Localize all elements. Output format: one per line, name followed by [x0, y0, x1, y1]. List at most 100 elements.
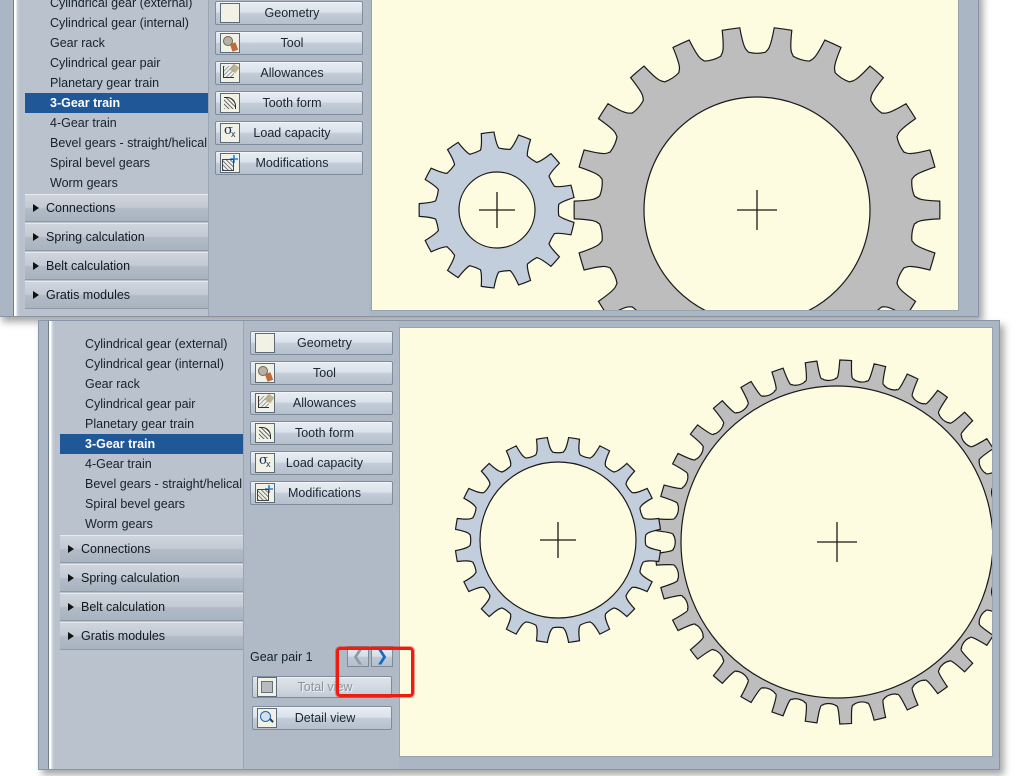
gear-wheel-large — [655, 360, 993, 724]
tree-group-label: Gratis modules — [46, 288, 130, 302]
triangle-right-icon — [33, 233, 39, 241]
top-window[interactable]: Cylindrical gear (external) Cylindrical g… — [0, 0, 979, 317]
tree-item-bevel-gears-straight-helical[interactable]: Bevel gears - straight/helical — [60, 474, 243, 494]
triangle-right-icon — [68, 545, 74, 553]
sigma-x-icon — [220, 123, 240, 143]
triangle-right-icon — [33, 291, 39, 299]
total-view-button[interactable]: Total view — [252, 676, 392, 698]
tree-group-spring-calculation[interactable]: Spring calculation — [60, 564, 243, 592]
tree-group-belt-calculation[interactable]: Belt calculation — [60, 593, 243, 621]
tab-button-label: Load capacity — [240, 126, 362, 140]
tree-item-spiral-bevel-gears[interactable]: Spiral bevel gears — [60, 494, 243, 514]
tree-group-label: Connections — [46, 201, 116, 215]
tree-item-cylindrical-gear-external[interactable]: Cylindrical gear (external) — [60, 334, 243, 354]
square-view-icon — [257, 677, 277, 697]
tree-group-label: Spring calculation — [46, 230, 145, 244]
tree-scrollbar[interactable] — [14, 0, 21, 316]
tree-group-connections[interactable]: Connections — [25, 194, 208, 222]
grid-table-icon — [220, 3, 240, 23]
tab-button-label: Allowances — [275, 396, 392, 410]
top-module-tree[interactable]: Cylindrical gear (external) Cylindrical g… — [13, 0, 209, 316]
tree-group-label: Spring calculation — [81, 571, 180, 585]
cutter-tool-icon — [255, 363, 275, 383]
tree-item-label: Cylindrical gear pair — [50, 56, 160, 70]
tooth-profile-icon — [220, 93, 240, 113]
sigma-x-icon — [255, 453, 275, 473]
next-gear-pair-button[interactable]: ❯ — [371, 646, 393, 667]
bottom-window[interactable]: Cylindrical gear (external) Cylindrical g… — [38, 320, 1000, 770]
tree-group-gratis-modules[interactable]: Gratis modules — [60, 622, 243, 650]
gear-wheel-large — [574, 28, 940, 311]
tab-button-label: Tooth form — [275, 426, 392, 440]
tab-button-label: Geometry — [240, 6, 362, 20]
top-tab-button-column: Geometry Tool Allowances Tooth form Load cap… — [209, 0, 369, 316]
tree-item-cylindrical-gear-pair[interactable]: Cylindrical gear pair — [25, 53, 208, 73]
tree-list-top: Cylindrical gear (external) Cylindrical g… — [25, 0, 208, 316]
top-drawing-canvas[interactable] — [371, 0, 959, 311]
top-gear-drawing — [372, 0, 959, 311]
tree-group-label: Belt calculation — [46, 259, 130, 273]
tree-item-gear-rack[interactable]: Gear rack — [60, 374, 243, 394]
bottom-module-tree[interactable]: Cylindrical gear (external) Cylindrical g… — [48, 321, 244, 769]
bottom-drawing-canvas[interactable] — [399, 327, 993, 757]
tree-item-cylindrical-gear-internal[interactable]: Cylindrical gear (internal) — [25, 13, 208, 33]
tree-item-label: Worm gears — [50, 176, 118, 190]
tree-item-3-gear-train[interactable]: 3-Gear train — [60, 434, 243, 454]
tab-button-label: Tool — [240, 36, 362, 50]
chevron-right-icon: ❯ — [376, 649, 389, 664]
tolerance-chart-icon — [255, 393, 275, 413]
tab-button-label: Tool — [275, 366, 392, 380]
tree-group-gratis-modules[interactable]: Gratis modules — [25, 281, 208, 309]
tab-button-label: Load capacity — [275, 456, 392, 470]
tree-item-label: 3-Gear train — [85, 437, 155, 451]
tree-item-label: Planetary gear train — [50, 76, 159, 90]
tree-item-label: Bevel gears - straight/helical — [50, 136, 207, 150]
tree-item-label: Bevel gears - straight/helical — [85, 477, 242, 491]
tree-item-worm-gears[interactable]: Worm gears — [25, 173, 208, 193]
tree-group-connections[interactable]: Connections — [60, 535, 243, 563]
tab-button-allowances[interactable]: Allowances — [215, 61, 363, 85]
tab-button-label: Modifications — [240, 156, 362, 170]
tree-item-label: Cylindrical gear pair — [85, 397, 195, 411]
tab-button-allowances[interactable]: Allowances — [250, 391, 393, 415]
previous-gear-pair-button[interactable]: ❮ — [347, 646, 369, 667]
tab-button-tool[interactable]: Tool — [215, 31, 363, 55]
gear-pair-label: Gear pair 1 — [250, 650, 313, 664]
tree-item-planetary-gear-train[interactable]: Planetary gear train — [25, 73, 208, 93]
tree-group-label: Belt calculation — [81, 600, 165, 614]
tree-item-label: Cylindrical gear (internal) — [85, 357, 224, 371]
tab-button-geometry[interactable]: Geometry — [215, 1, 363, 25]
triangle-right-icon — [68, 574, 74, 582]
tree-group-belt-calculation[interactable]: Belt calculation — [25, 252, 208, 280]
tree-group-spring-calculation[interactable]: Spring calculation — [25, 223, 208, 251]
tree-item-worm-gears[interactable]: Worm gears — [60, 514, 243, 534]
tree-item-3-gear-train[interactable]: 3-Gear train — [25, 93, 208, 113]
tree-item-cylindrical-gear-internal[interactable]: Cylindrical gear (internal) — [60, 354, 243, 374]
bottom-tab-buttons: Geometry Tool Allowances Tooth form Load cap… — [250, 331, 393, 505]
tree-item-label: Gear rack — [50, 36, 105, 50]
tree-item-cylindrical-gear-pair[interactable]: Cylindrical gear pair — [60, 394, 243, 414]
tree-item-4-gear-train[interactable]: 4-Gear train — [60, 454, 243, 474]
tree-item-label: 4-Gear train — [50, 116, 117, 130]
tree-item-cylindrical-gear-external[interactable]: Cylindrical gear (external) — [25, 0, 208, 13]
tree-item-label: Spiral bevel gears — [85, 497, 185, 511]
tab-button-modifications[interactable]: Modifications — [250, 481, 393, 505]
tree-item-bevel-gears-straight-helical[interactable]: Bevel gears - straight/helical — [25, 133, 208, 153]
tab-button-tooth-form[interactable]: Tooth form — [215, 91, 363, 115]
tree-item-4-gear-train[interactable]: 4-Gear train — [25, 113, 208, 133]
tab-button-modifications[interactable]: Modifications — [215, 151, 363, 175]
tab-button-load-capacity[interactable]: Load capacity — [250, 451, 393, 475]
pair-nav-buttons: ❮ ❯ — [347, 646, 393, 667]
tree-item-spiral-bevel-gears[interactable]: Spiral bevel gears — [25, 153, 208, 173]
tab-button-tool[interactable]: Tool — [250, 361, 393, 385]
triangle-right-icon — [33, 204, 39, 212]
tab-button-load-capacity[interactable]: Load capacity — [215, 121, 363, 145]
tree-item-gear-rack[interactable]: Gear rack — [25, 33, 208, 53]
tree-item-planetary-gear-train[interactable]: Planetary gear train — [60, 414, 243, 434]
detail-view-button[interactable]: Detail view — [252, 706, 392, 730]
tree-item-label: Cylindrical gear (internal) — [50, 16, 189, 30]
tab-button-geometry[interactable]: Geometry — [250, 331, 393, 355]
tab-button-tooth-form[interactable]: Tooth form — [250, 421, 393, 445]
tree-item-label: Planetary gear train — [85, 417, 194, 431]
tree-scrollbar[interactable] — [49, 321, 56, 769]
